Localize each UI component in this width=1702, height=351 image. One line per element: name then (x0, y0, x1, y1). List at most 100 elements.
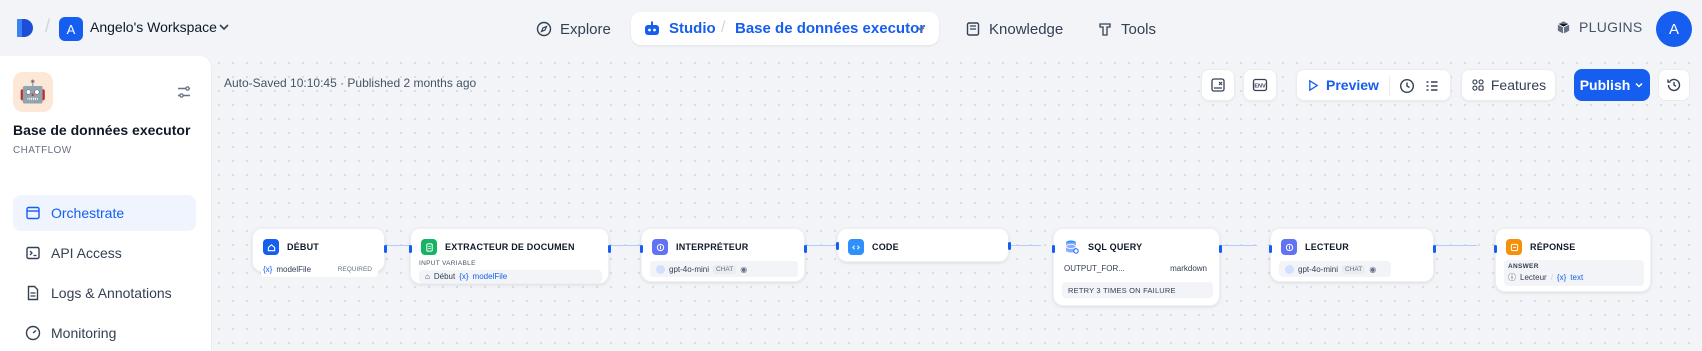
chevron-down-icon[interactable] (916, 24, 926, 34)
code-icon (848, 239, 864, 255)
required-badge: REQUIRED (337, 265, 372, 273)
preview-button[interactable]: Preview (1307, 77, 1379, 93)
llm-icon: ⓘ (1508, 273, 1516, 282)
node-title: LECTEUR (1305, 242, 1349, 252)
retry-row: RETRY 3 TIMES ON FAILURE (1062, 282, 1213, 298)
home-icon (263, 239, 279, 255)
current-app-label[interactable]: Base de données executor (735, 20, 925, 37)
edge (1220, 245, 1257, 246)
edge (1434, 245, 1477, 246)
run-history-icon[interactable] (1399, 78, 1415, 94)
dify-logo-icon[interactable] (14, 17, 36, 39)
features-label: Features (1490, 77, 1547, 93)
node-title: RÉPONSE (1530, 242, 1576, 252)
node-sql-query[interactable]: SQL QUERY OUTPUT_FOR... markdown RETRY 3… (1052, 228, 1222, 306)
input-handle[interactable] (409, 245, 412, 253)
node-extracteur[interactable]: EXTRACTEUR DE DOCUMEN INPUT VARIABLE ⌂ D… (409, 228, 611, 284)
chevron-down-icon (1635, 82, 1643, 88)
sidebar-item-label: Monitoring (51, 325, 117, 341)
output-handle[interactable] (804, 245, 807, 253)
output-handle[interactable] (1219, 245, 1222, 253)
nav-knowledge[interactable]: Knowledge (965, 14, 1063, 44)
checklist-icon[interactable] (1424, 78, 1440, 94)
user-avatar[interactable]: A (1656, 11, 1692, 47)
variable-name: text (1570, 273, 1584, 282)
output-handle[interactable] (384, 245, 387, 253)
breadcrumb-separator: / (721, 19, 726, 36)
mode-badge: CHAT (713, 264, 737, 274)
model-name: gpt-4o-mini (1298, 264, 1339, 274)
node-title: DÉBUT (287, 242, 319, 252)
autosave-status: Auto-Saved 10:10:45 · Published 2 months… (224, 76, 477, 90)
openai-icon (656, 264, 665, 274)
sidebar-item-api-access[interactable]: API Access (13, 235, 196, 271)
output-handle[interactable] (1008, 242, 1011, 250)
workflow-canvas[interactable]: Auto-Saved 10:10:45 · Published 2 months… (212, 56, 1702, 351)
breadcrumb-separator: / (45, 16, 51, 36)
publish-button[interactable]: Publish (1574, 69, 1650, 101)
answer-variable: ⓘ Lecteur / {x} text (1508, 273, 1584, 282)
preview-toolbar-group: Preview (1296, 69, 1451, 101)
node-interpreteur[interactable]: INTERPRÉTEUR gpt-4o-mini CHAT ◉ (640, 228, 807, 282)
workspace-name[interactable]: Angelo's Workspace (90, 19, 217, 35)
sidebar-item-monitoring[interactable]: Monitoring (13, 315, 196, 351)
answer-block: ANSWER ⓘ Lecteur / {x} text (1504, 260, 1644, 286)
llm-icon (1281, 239, 1297, 255)
node-title: SQL QUERY (1088, 242, 1143, 252)
node-reponse[interactable]: RÉPONSE ANSWER ⓘ Lecteur / {x} text (1494, 228, 1651, 292)
list-check-icon (1211, 78, 1225, 92)
dashboard-icon (25, 325, 41, 341)
node-code[interactable]: CODE (836, 228, 1011, 262)
input-handle[interactable] (640, 245, 643, 253)
play-icon (1309, 79, 1319, 91)
sidebar-menu: Orchestrate API Access Logs & Annotation… (13, 195, 196, 351)
preview-label: Preview (1326, 77, 1379, 93)
sidebar-item-logs[interactable]: Logs & Annotations (13, 275, 196, 311)
variable-icon: {x} (263, 264, 273, 274)
output-handle[interactable] (1433, 245, 1436, 253)
app-sidebar: 🤖 Base de données executor CHATFLOW Orch… (0, 56, 212, 351)
sidebar-item-label: Logs & Annotations (51, 285, 172, 301)
plugins-button[interactable]: PLUGINS (1556, 19, 1643, 35)
workspace-avatar[interactable]: A (59, 17, 83, 41)
llm-icon (652, 239, 668, 255)
nav-studio[interactable]: Studio / Base de données executor (631, 12, 939, 45)
answer-icon (1506, 239, 1522, 255)
env-button[interactable]: ENV (1243, 69, 1277, 101)
openai-icon (1285, 264, 1294, 274)
node-lecteur[interactable]: LECTEUR gpt-4o-mini CHAT ◉ (1269, 228, 1436, 282)
edge (1009, 245, 1041, 246)
model-row: gpt-4o-mini CHAT ◉ (1279, 261, 1391, 277)
sidebar-item-orchestrate[interactable]: Orchestrate (13, 195, 196, 231)
settings-sliders-icon[interactable] (176, 84, 192, 100)
robot-icon (645, 21, 659, 35)
nav-tools-label: Tools (1121, 20, 1157, 38)
checklist-button[interactable] (1201, 69, 1235, 101)
output-row: OUTPUT_FOR... markdown (1062, 260, 1213, 276)
features-button[interactable]: Features (1461, 69, 1556, 101)
sidebar-item-label: Orchestrate (51, 205, 125, 221)
nav-explore-label: Explore (560, 20, 611, 38)
output-format: markdown (1170, 263, 1207, 273)
variable-source: Début (433, 272, 456, 281)
document-icon (421, 239, 437, 255)
cube-icon (1557, 20, 1570, 34)
input-handle[interactable] (1052, 245, 1055, 253)
chevron-down-icon[interactable] (218, 21, 230, 33)
nav-tools[interactable]: Tools (1097, 14, 1156, 44)
version-history-button[interactable] (1658, 69, 1690, 101)
input-handle[interactable] (1269, 245, 1272, 253)
compass-icon (536, 21, 552, 37)
node-debut[interactable]: DÉBUT {x} modelFile REQUIRED (252, 228, 387, 277)
edge (609, 245, 641, 246)
output-handle[interactable] (608, 245, 611, 253)
app-name: Base de données executor (13, 122, 191, 138)
node-title: INTERPRÉTEUR (676, 242, 749, 252)
edge (385, 245, 410, 246)
retry-label: RETRY 3 TIMES ON FAILURE (1068, 285, 1176, 295)
nav-explore[interactable]: Explore (536, 14, 611, 44)
variable-icon: {x} (459, 272, 469, 281)
variable-source: Lecteur (1520, 273, 1547, 282)
input-handle[interactable] (1494, 245, 1497, 253)
input-handle[interactable] (836, 242, 839, 250)
